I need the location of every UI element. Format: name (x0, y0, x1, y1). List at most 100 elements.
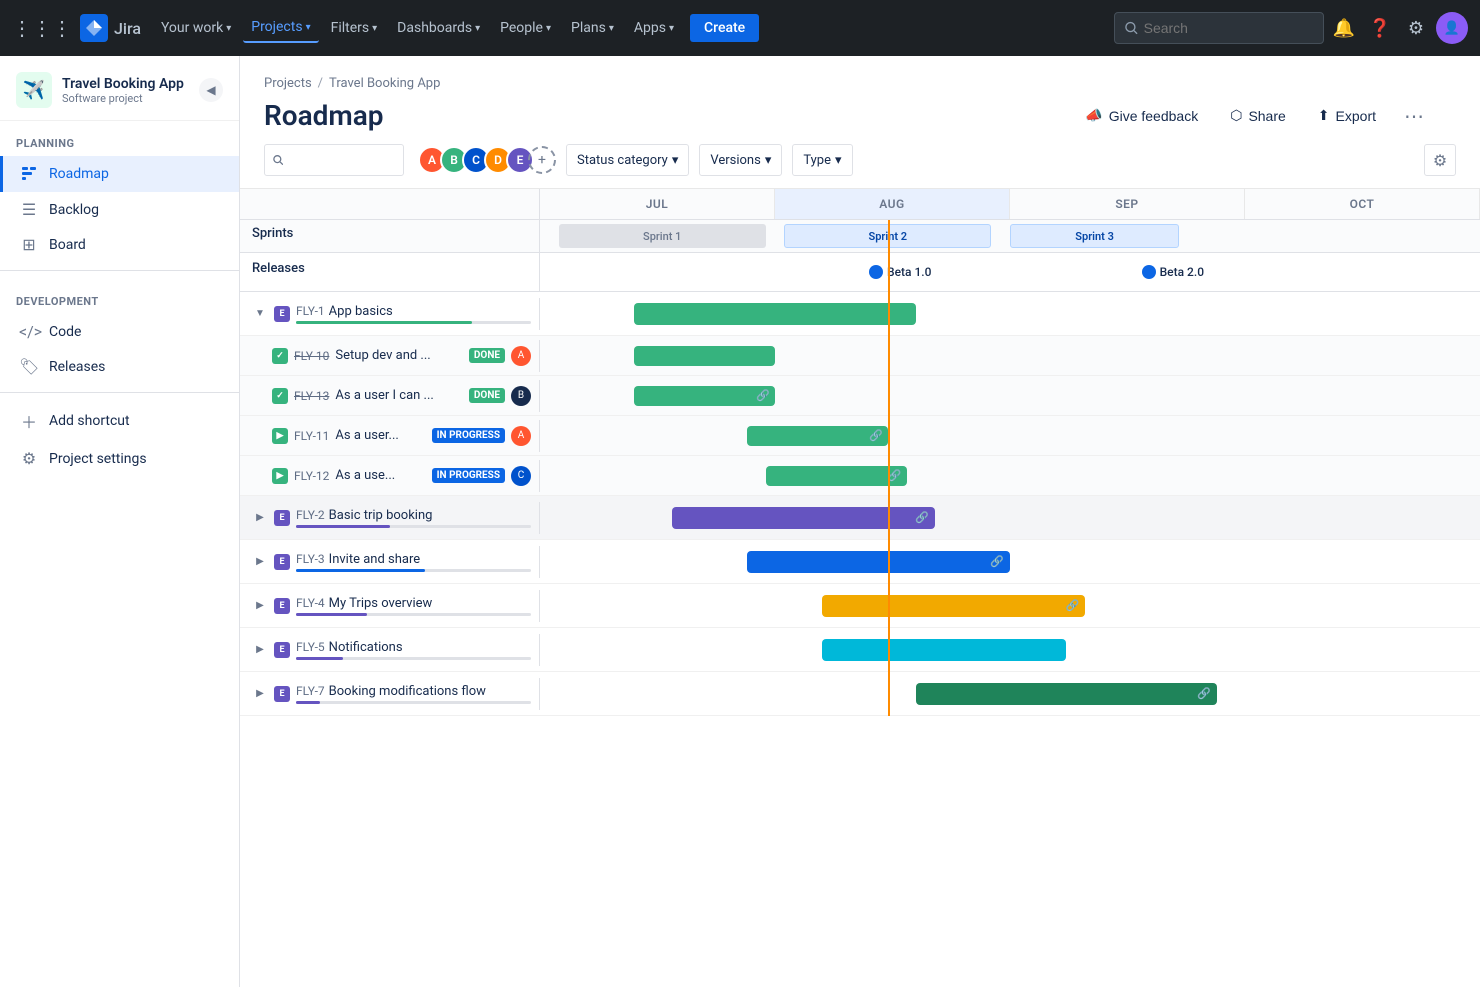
versions-filter[interactable]: Versions ▾ (699, 144, 782, 176)
fly7-label: ▶ E FLY-7 Booking modifications flow (240, 678, 540, 710)
fly4-label: ▶ E FLY-4 My Trips overview (240, 590, 540, 622)
release-beta1-dot (869, 265, 883, 279)
fly3-progress-container (296, 569, 531, 572)
grid-icon[interactable]: ⋮⋮⋮ (12, 16, 72, 40)
fly7-bar[interactable]: 🔗 (916, 683, 1217, 705)
fly13-key: FLY-13 (294, 389, 329, 403)
more-actions-button[interactable]: ⋯ (1396, 100, 1432, 132)
fly13-label: ✓ FLY-13 As a user I can ... DONE B (240, 380, 540, 412)
sidebar-collapse-button[interactable]: ◀ (199, 78, 223, 102)
fly5-progress-bar (296, 657, 343, 660)
fly1-progress-bar (296, 321, 472, 324)
jira-logo[interactable]: Jira (80, 14, 141, 42)
nav-your-work[interactable]: Your work ▾ (153, 14, 239, 42)
fly3-label: ▶ E FLY-3 Invite and share (240, 546, 540, 578)
export-icon: ⬆ (1318, 107, 1330, 124)
filter-search-box[interactable] (264, 144, 404, 176)
type-filter[interactable]: Type ▾ (792, 144, 852, 176)
export-button[interactable]: ⬆ Export (1306, 101, 1388, 130)
breadcrumb-projects-link[interactable]: Projects (264, 76, 312, 91)
fly2-bar[interactable]: 🔗 (672, 507, 935, 529)
fly12-avatar: C (511, 466, 531, 486)
nav-apps[interactable]: Apps ▾ (626, 14, 682, 42)
fly1-type-icon: E (274, 306, 290, 322)
sidebar-item-board[interactable]: ⊞ Board (0, 227, 239, 262)
project-settings-icon: ⚙ (19, 449, 39, 468)
fly12-label: ▶ FLY-12 As a use... IN PROGRESS C (240, 460, 540, 492)
sprints-row: Sprints Sprint 1 Sprint 2 Sprint 3 (240, 220, 1480, 253)
nav-projects[interactable]: Projects ▾ (243, 13, 318, 43)
sidebar-item-backlog[interactable]: ☰ Backlog (0, 192, 239, 227)
user-avatar[interactable]: 👤 (1436, 12, 1468, 44)
search-box[interactable] (1114, 12, 1324, 44)
fly1-title: App basics (329, 304, 531, 319)
sidebar-item-releases[interactable]: 🏷 Releases (0, 349, 239, 384)
notifications-button[interactable]: 🔔 (1328, 12, 1360, 44)
sprint-1-block: Sprint 1 (559, 224, 766, 248)
main-layout: ✈️ Travel Booking App Software project ◀… (0, 56, 1480, 987)
epic-row-fly2: ▶ E FLY-2 Basic trip booking (240, 496, 1480, 540)
fly2-info: FLY-2 Basic trip booking (296, 508, 531, 528)
nav-people[interactable]: People ▾ (492, 14, 559, 42)
help-button[interactable]: ❓ (1364, 12, 1396, 44)
fly12-title: As a use... (335, 468, 425, 483)
breadcrumb-project-link[interactable]: Travel Booking App (329, 76, 440, 91)
fly3-type-icon: E (274, 554, 290, 570)
gantt-table: JUL AUG SEP OCT Sprints Sprint 1 Spri (240, 189, 1480, 716)
export-label: Export (1336, 108, 1376, 124)
sidebar-divider-1 (0, 270, 239, 271)
fly1-expand[interactable]: ▼ (252, 306, 268, 322)
fly5-expand[interactable]: ▶ (252, 642, 268, 658)
epic-row-fly1: ▼ E FLY-1 App basics (240, 292, 1480, 336)
fly3-bar[interactable]: 🔗 (747, 551, 1010, 573)
fly7-title: Booking modifications flow (329, 684, 531, 699)
settings-button[interactable]: ⚙ (1400, 12, 1432, 44)
fly4-bar[interactable]: 🔗 (822, 595, 1085, 617)
filter-search-input[interactable] (289, 153, 395, 168)
releases-label: Releases (240, 253, 540, 291)
filter-settings-button[interactable]: ⚙ (1424, 144, 1456, 176)
fly4-info: FLY-4 My Trips overview (296, 596, 531, 616)
fly3-expand[interactable]: ▶ (252, 554, 268, 570)
feedback-button[interactable]: 📣 Give feedback (1073, 101, 1210, 130)
nav-filters[interactable]: Filters ▾ (323, 14, 386, 42)
fly11-avatar: A (511, 426, 531, 446)
nav-plans[interactable]: Plans ▾ (563, 14, 622, 42)
top-navigation: ⋮⋮⋮ Jira Your work ▾ Projects ▾ Filters … (0, 0, 1480, 56)
fly4-expand[interactable]: ▶ (252, 598, 268, 614)
fly1-bar[interactable] (634, 303, 916, 325)
sidebar-item-add-shortcut[interactable]: ＋ Add shortcut (0, 401, 239, 441)
status-category-filter[interactable]: Status category ▾ (566, 144, 689, 176)
fly12-bar[interactable]: 🔗 (766, 466, 907, 486)
epic-row-fly5: ▶ E FLY-5 Notifications (240, 628, 1480, 672)
sidebar-board-label: Board (49, 237, 86, 253)
fly5-type-icon: E (274, 642, 290, 658)
fly11-bar[interactable]: 🔗 (747, 426, 888, 446)
breadcrumb: Projects / Travel Booking App (264, 76, 1456, 91)
fly10-label: ✓ FLY-10 Setup dev and ... DONE A (240, 340, 540, 372)
fly10-bar[interactable] (634, 346, 775, 366)
sidebar-item-code[interactable]: </> Code (0, 314, 239, 349)
create-button[interactable]: Create (690, 14, 759, 42)
share-button[interactable]: ⬡ Share (1218, 101, 1298, 130)
roadmap-icon (19, 164, 39, 184)
fly11-type-icon: ▶ (272, 428, 288, 444)
fly2-expand[interactable]: ▶ (252, 510, 268, 526)
code-icon: </> (19, 322, 39, 341)
search-input[interactable] (1144, 20, 1313, 36)
fly5-info: FLY-5 Notifications (296, 640, 531, 660)
logo-text: Jira (114, 19, 141, 38)
fly2-type-icon: E (274, 510, 290, 526)
add-assignee-button[interactable]: + (528, 146, 556, 174)
sidebar-item-project-settings[interactable]: ⚙ Project settings (0, 441, 239, 476)
fly5-bar[interactable] (822, 639, 1066, 661)
fly13-bar[interactable]: 🔗 (634, 386, 775, 406)
fly7-expand[interactable]: ▶ (252, 686, 268, 702)
sidebar-item-roadmap[interactable]: Roadmap (0, 156, 239, 192)
epic-row-fly4: ▶ E FLY-4 My Trips overview (240, 584, 1480, 628)
project-type: Software project (62, 92, 189, 105)
assignee-filter-avatars: A B C D E + (418, 146, 556, 174)
fly4-type-icon: E (274, 598, 290, 614)
nav-dashboards[interactable]: Dashboards ▾ (389, 14, 488, 42)
sprints-timeline: Sprint 1 Sprint 2 Sprint 3 (540, 220, 1480, 252)
